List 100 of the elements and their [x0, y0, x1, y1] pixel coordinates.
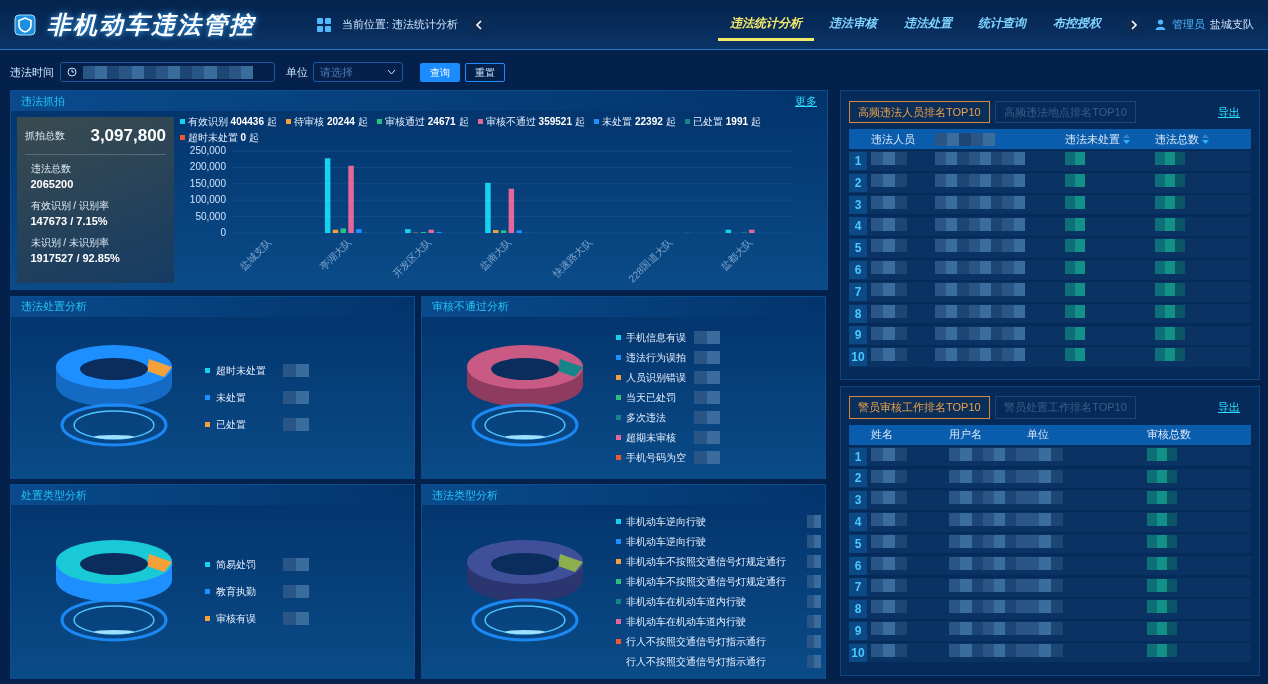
chevron-left-icon: [474, 19, 483, 30]
blurred-value: [1155, 239, 1185, 253]
legend-label: 简易处罚: [215, 558, 257, 572]
legend-label: 非机动车在机动车道内行驶: [626, 595, 747, 609]
stat-value: 1917527 / 92.85%: [30, 250, 121, 266]
unit-select[interactable]: 请选择: [313, 62, 403, 82]
next-button[interactable]: [1124, 14, 1144, 35]
sort-icon[interactable]: [1122, 134, 1130, 144]
rank-number: 6: [849, 261, 867, 280]
legend-label: 行人不按照交通信号灯指示通行: [626, 635, 767, 649]
rank-number: 4: [849, 512, 867, 531]
legend-unit: 起: [574, 114, 585, 129]
user-role: 管理员: [1171, 17, 1205, 33]
stat-value: 147673 / 7.15%: [30, 213, 109, 229]
blurred-value: [1147, 578, 1177, 592]
blurred-value: [283, 612, 309, 625]
blurred-value: [693, 430, 720, 444]
blurred-value: [871, 622, 907, 636]
blurred-value: [871, 304, 907, 318]
column-header: 违法总数: [1155, 131, 1199, 147]
blurred-value: [1147, 600, 1177, 614]
export-link[interactable]: 导出: [1218, 399, 1240, 416]
legend-label: 非机动车逆向行驶: [626, 515, 707, 529]
blurred-value: [871, 261, 907, 275]
blurred-value: [806, 555, 821, 568]
blurred-value: [283, 390, 309, 404]
legend-label: 人员识别错误: [626, 370, 687, 385]
blurred-value: [1155, 304, 1185, 318]
blurred-value: [1155, 152, 1185, 166]
blurred-value: [871, 469, 907, 483]
user-icon: [1155, 19, 1166, 30]
blurred-value: [871, 239, 907, 253]
legend-label: 非机动车在机动车道内行驶: [626, 615, 747, 629]
blurred-value: [806, 575, 821, 588]
blurred-value: [806, 635, 821, 648]
blurred-value: [1147, 622, 1177, 636]
blurred-value: [1155, 174, 1185, 188]
breadcrumb-label: 当前位置:: [342, 17, 390, 33]
legend-label: 超期未审核: [626, 430, 677, 445]
legend-count: 22392: [634, 114, 663, 129]
blurred-value: [871, 447, 907, 461]
legend-unit: 起: [665, 114, 676, 129]
bar: [332, 229, 338, 233]
legend-label: 审核通过: [384, 114, 425, 129]
legend-unit: 起: [249, 130, 260, 145]
blurred-value: [1147, 491, 1177, 505]
stat-label: 有效识别 / 识别率: [30, 198, 110, 213]
legend-label: 非机动车不按照交通信号灯规定通行: [626, 555, 787, 569]
date-range-field[interactable]: [59, 62, 275, 82]
blurred-value: [871, 513, 907, 527]
blurred-value: [871, 491, 907, 505]
reset-button[interactable]: 重置: [465, 62, 505, 82]
category-label: 亭湖大队: [317, 236, 354, 273]
previous-button[interactable]: [468, 14, 489, 35]
ranking-tab[interactable]: 高频违法人员排名TOP10: [849, 100, 990, 123]
sort-icon[interactable]: [1201, 134, 1209, 144]
panel-title: 处置类型分析: [21, 487, 87, 503]
legend-label: 手机信息有误: [626, 330, 687, 345]
nav-tab[interactable]: 违法审核: [816, 8, 889, 41]
clock-icon: [66, 67, 77, 77]
rank-number: 4: [849, 217, 867, 236]
blurred-value: [806, 655, 821, 668]
ranking-tab[interactable]: 警员审核工作排名TOP10: [849, 396, 990, 419]
blurred-value: [1155, 283, 1185, 297]
blurred-value: [693, 390, 720, 404]
rank-number: 6: [849, 556, 867, 575]
grid-icon: [317, 17, 331, 32]
legend-label: 审核有误: [215, 612, 257, 626]
blurred-value: [693, 450, 720, 464]
blurred-value: [871, 556, 907, 570]
rank-number: 2: [849, 173, 867, 192]
rank-number: 9: [849, 621, 867, 640]
column-header: 违法未处置: [1065, 131, 1120, 147]
blurred-value: [1147, 535, 1177, 548]
blurred-value: [1065, 239, 1085, 253]
legend-label: 未处置: [215, 390, 247, 405]
rank-number: 10: [849, 643, 867, 662]
nav-tab[interactable]: 违法处置: [891, 8, 964, 41]
panel-title: 审核不通过分析: [431, 299, 509, 315]
chevron-right-icon: [1130, 19, 1138, 30]
blurred-value: [283, 417, 309, 431]
nav-tab[interactable]: 违法统计分析: [718, 8, 814, 41]
legend-label: 手机号码为空: [626, 450, 687, 465]
category-label: 228国道大队: [625, 236, 674, 283]
field-label: 违法时间: [10, 64, 54, 80]
stat-value: 2065200: [30, 176, 75, 192]
blurred-value: [283, 585, 309, 598]
more-link[interactable]: 更多: [795, 92, 817, 110]
rank-number: 8: [849, 304, 867, 323]
legend-label: 已处置: [692, 114, 723, 129]
nav-tab[interactable]: 布控授权: [1041, 8, 1113, 41]
export-link[interactable]: 导出: [1218, 103, 1240, 120]
panel-title: 违法类型分析: [431, 487, 498, 503]
blurred-value: [806, 615, 821, 628]
blurred-value: [1147, 469, 1177, 483]
user-unit: 盐城支队: [1210, 17, 1254, 33]
blurred-value: [1155, 195, 1185, 209]
column-header: 单位: [1027, 427, 1049, 443]
nav-tab[interactable]: 统计查询: [966, 8, 1039, 41]
category-label: 快速路大队: [550, 236, 594, 280]
